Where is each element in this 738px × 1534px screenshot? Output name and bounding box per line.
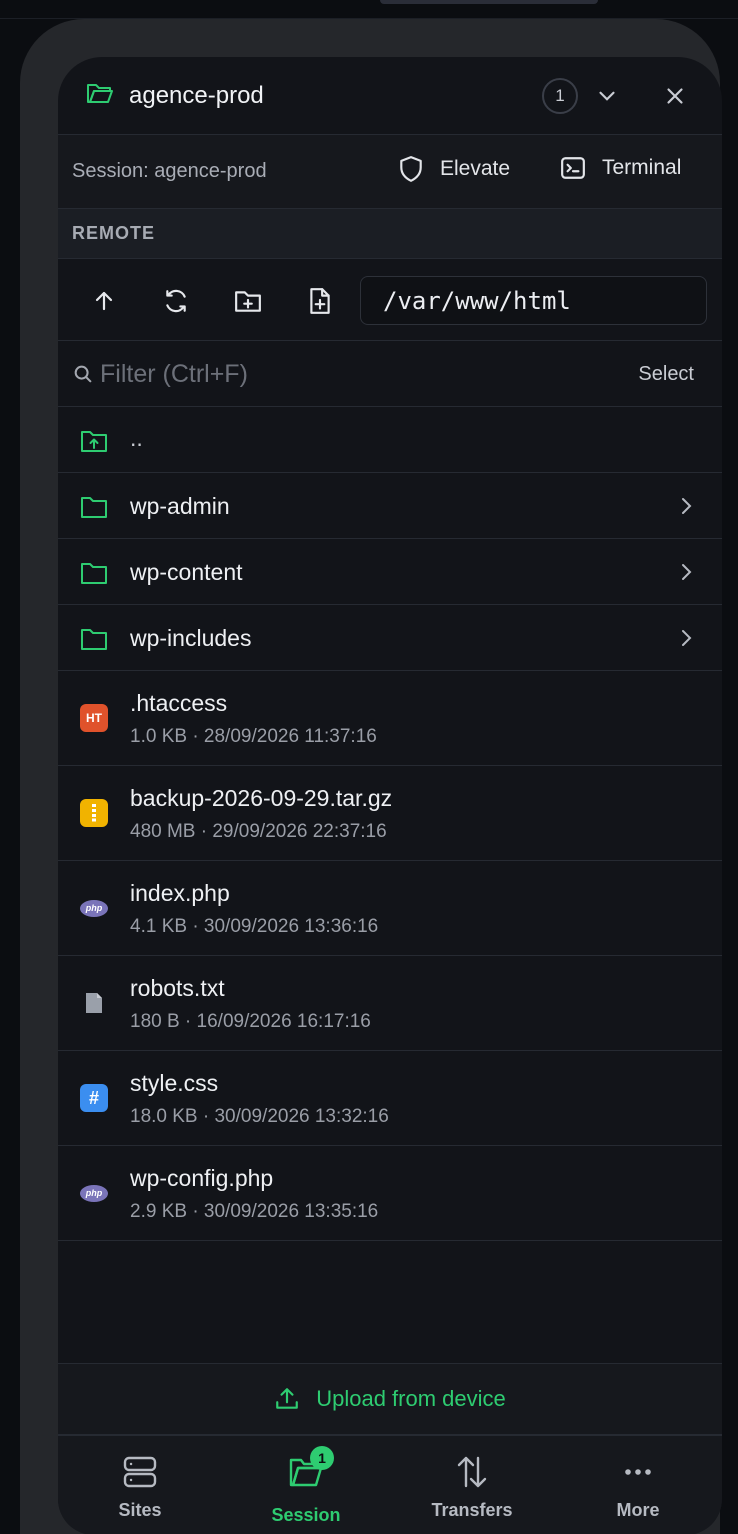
refresh-icon[interactable] bbox=[162, 287, 190, 315]
remote-path-input[interactable] bbox=[360, 276, 707, 325]
bottom-nav: Sites 1 Session Transfers More bbox=[58, 1435, 722, 1534]
text-file-icon bbox=[80, 989, 108, 1017]
folder-row-wp-includes[interactable]: wp-includes bbox=[58, 605, 722, 671]
device-frame: agence-prod 1 Session: agence-prod Eleva… bbox=[20, 19, 722, 1534]
elevate-label: Elevate bbox=[440, 157, 511, 180]
session-title: agence-prod bbox=[129, 81, 264, 109]
css-icon: # bbox=[80, 1084, 108, 1112]
upload-icon bbox=[276, 1388, 299, 1409]
nav-more[interactable]: More bbox=[578, 1454, 698, 1521]
file-name: index.php bbox=[130, 880, 230, 906]
nav-transfers-label: Transfers bbox=[431, 1500, 513, 1520]
filter-bar: Select bbox=[58, 341, 722, 407]
folder-icon bbox=[80, 625, 108, 653]
session-label: Session: agence-prod bbox=[72, 160, 267, 182]
file-name: robots.txt bbox=[130, 975, 225, 1001]
file-row-backup[interactable]: backup-2026-09-29.tar.gz 480 MB · 29/09/… bbox=[58, 766, 722, 861]
file-row-htaccess[interactable]: HT .htaccess 1.0 KB · 28/09/2026 11:37:1… bbox=[58, 671, 722, 766]
file-name: .htaccess bbox=[130, 690, 228, 716]
close-icon[interactable] bbox=[662, 83, 688, 114]
filter-input[interactable] bbox=[100, 355, 520, 393]
remote-label: REMOTE bbox=[72, 223, 156, 243]
file-name: backup-2026-09-29.tar.gz bbox=[130, 785, 393, 811]
file-row-wp-config[interactable]: php wp-config.php 2.9 KB · 30/09/2026 13… bbox=[58, 1146, 722, 1241]
folder-icon bbox=[80, 493, 108, 521]
nav-session-badge: 1 bbox=[310, 1446, 334, 1470]
nav-more-label: More bbox=[616, 1500, 660, 1520]
chevron-right-icon bbox=[676, 627, 696, 654]
file-row-robots[interactable]: robots.txt 180 B · 16/09/2026 16:17:16 bbox=[58, 956, 722, 1051]
nav-session-label: Session bbox=[271, 1505, 341, 1525]
folder-name: wp-admin bbox=[130, 493, 230, 519]
file-meta: 18.0 KB · 30/09/2026 13:32:16 bbox=[130, 1106, 389, 1127]
server-icon bbox=[123, 1456, 157, 1488]
file-name: style.css bbox=[130, 1070, 219, 1096]
file-type-badge: php bbox=[80, 899, 108, 917]
elevate-button[interactable]: Elevate bbox=[398, 155, 510, 183]
file-type-badge: php bbox=[80, 1184, 108, 1202]
file-row-index-php[interactable]: php index.php 4.1 KB · 30/09/2026 13:36:… bbox=[58, 861, 722, 956]
upload-button[interactable]: Upload from device bbox=[58, 1363, 722, 1435]
terminal-label: Terminal bbox=[602, 156, 682, 179]
nav-sites[interactable]: Sites bbox=[80, 1454, 200, 1521]
session-count-badge[interactable]: 1 bbox=[542, 78, 578, 114]
terminal-button[interactable]: Terminal bbox=[560, 155, 681, 181]
remote-section-header: REMOTE bbox=[58, 209, 722, 259]
parent-directory-name: .. bbox=[130, 425, 143, 451]
file-meta: 180 B · 16/09/2026 16:17:16 bbox=[130, 1011, 371, 1032]
php-icon: php bbox=[80, 894, 108, 922]
select-button[interactable]: Select bbox=[638, 363, 694, 386]
search-icon bbox=[72, 363, 94, 390]
chevron-down-icon[interactable] bbox=[594, 83, 620, 114]
app-screen: agence-prod 1 Session: agence-prod Eleva… bbox=[58, 57, 722, 1534]
upload-label: Upload from device bbox=[316, 1386, 506, 1411]
file-type-badge: HT bbox=[80, 704, 108, 732]
transfer-arrows-icon bbox=[457, 1456, 487, 1488]
folder-icon bbox=[80, 559, 108, 587]
folder-name: wp-includes bbox=[130, 625, 252, 651]
nav-sites-label: Sites bbox=[118, 1500, 162, 1520]
file-row-style-css[interactable]: # style.css 18.0 KB · 30/09/2026 13:32:1… bbox=[58, 1051, 722, 1146]
shield-icon bbox=[400, 156, 422, 182]
file-meta: 480 MB · 29/09/2026 22:37:16 bbox=[130, 821, 387, 842]
folder-row-wp-content[interactable]: wp-content bbox=[58, 539, 722, 605]
file-meta: 2.9 KB · 30/09/2026 13:35:16 bbox=[130, 1201, 379, 1222]
remote-toolbar bbox=[58, 259, 722, 341]
new-folder-icon[interactable] bbox=[234, 287, 262, 315]
nav-session[interactable]: 1 Session bbox=[246, 1446, 366, 1526]
arrow-up-icon[interactable] bbox=[90, 287, 118, 315]
archive-icon bbox=[80, 799, 108, 827]
file-meta: 4.1 KB · 30/09/2026 13:36:16 bbox=[130, 916, 379, 937]
folder-name: wp-content bbox=[130, 559, 243, 585]
more-dots-icon bbox=[625, 1469, 651, 1475]
top-handle bbox=[380, 0, 598, 4]
file-meta: 1.0 KB · 28/09/2026 11:37:16 bbox=[130, 726, 377, 747]
folder-row-wp-admin[interactable]: wp-admin bbox=[58, 473, 722, 539]
php-icon: php bbox=[80, 1179, 108, 1207]
chevron-right-icon bbox=[676, 561, 696, 588]
file-name: wp-config.php bbox=[130, 1165, 274, 1191]
chevron-right-icon bbox=[676, 495, 696, 522]
file-type-badge: # bbox=[80, 1084, 108, 1112]
session-bar: Session: agence-prod Elevate Terminal bbox=[58, 135, 722, 209]
htaccess-icon: HT bbox=[80, 704, 108, 732]
folder-open-icon bbox=[86, 81, 114, 110]
session-header: agence-prod 1 bbox=[58, 57, 722, 135]
terminal-icon bbox=[561, 157, 585, 179]
folder-up-icon bbox=[80, 427, 108, 455]
parent-directory-row[interactable]: .. bbox=[58, 407, 722, 473]
new-file-icon[interactable] bbox=[306, 287, 334, 315]
nav-transfers[interactable]: Transfers bbox=[412, 1454, 532, 1521]
